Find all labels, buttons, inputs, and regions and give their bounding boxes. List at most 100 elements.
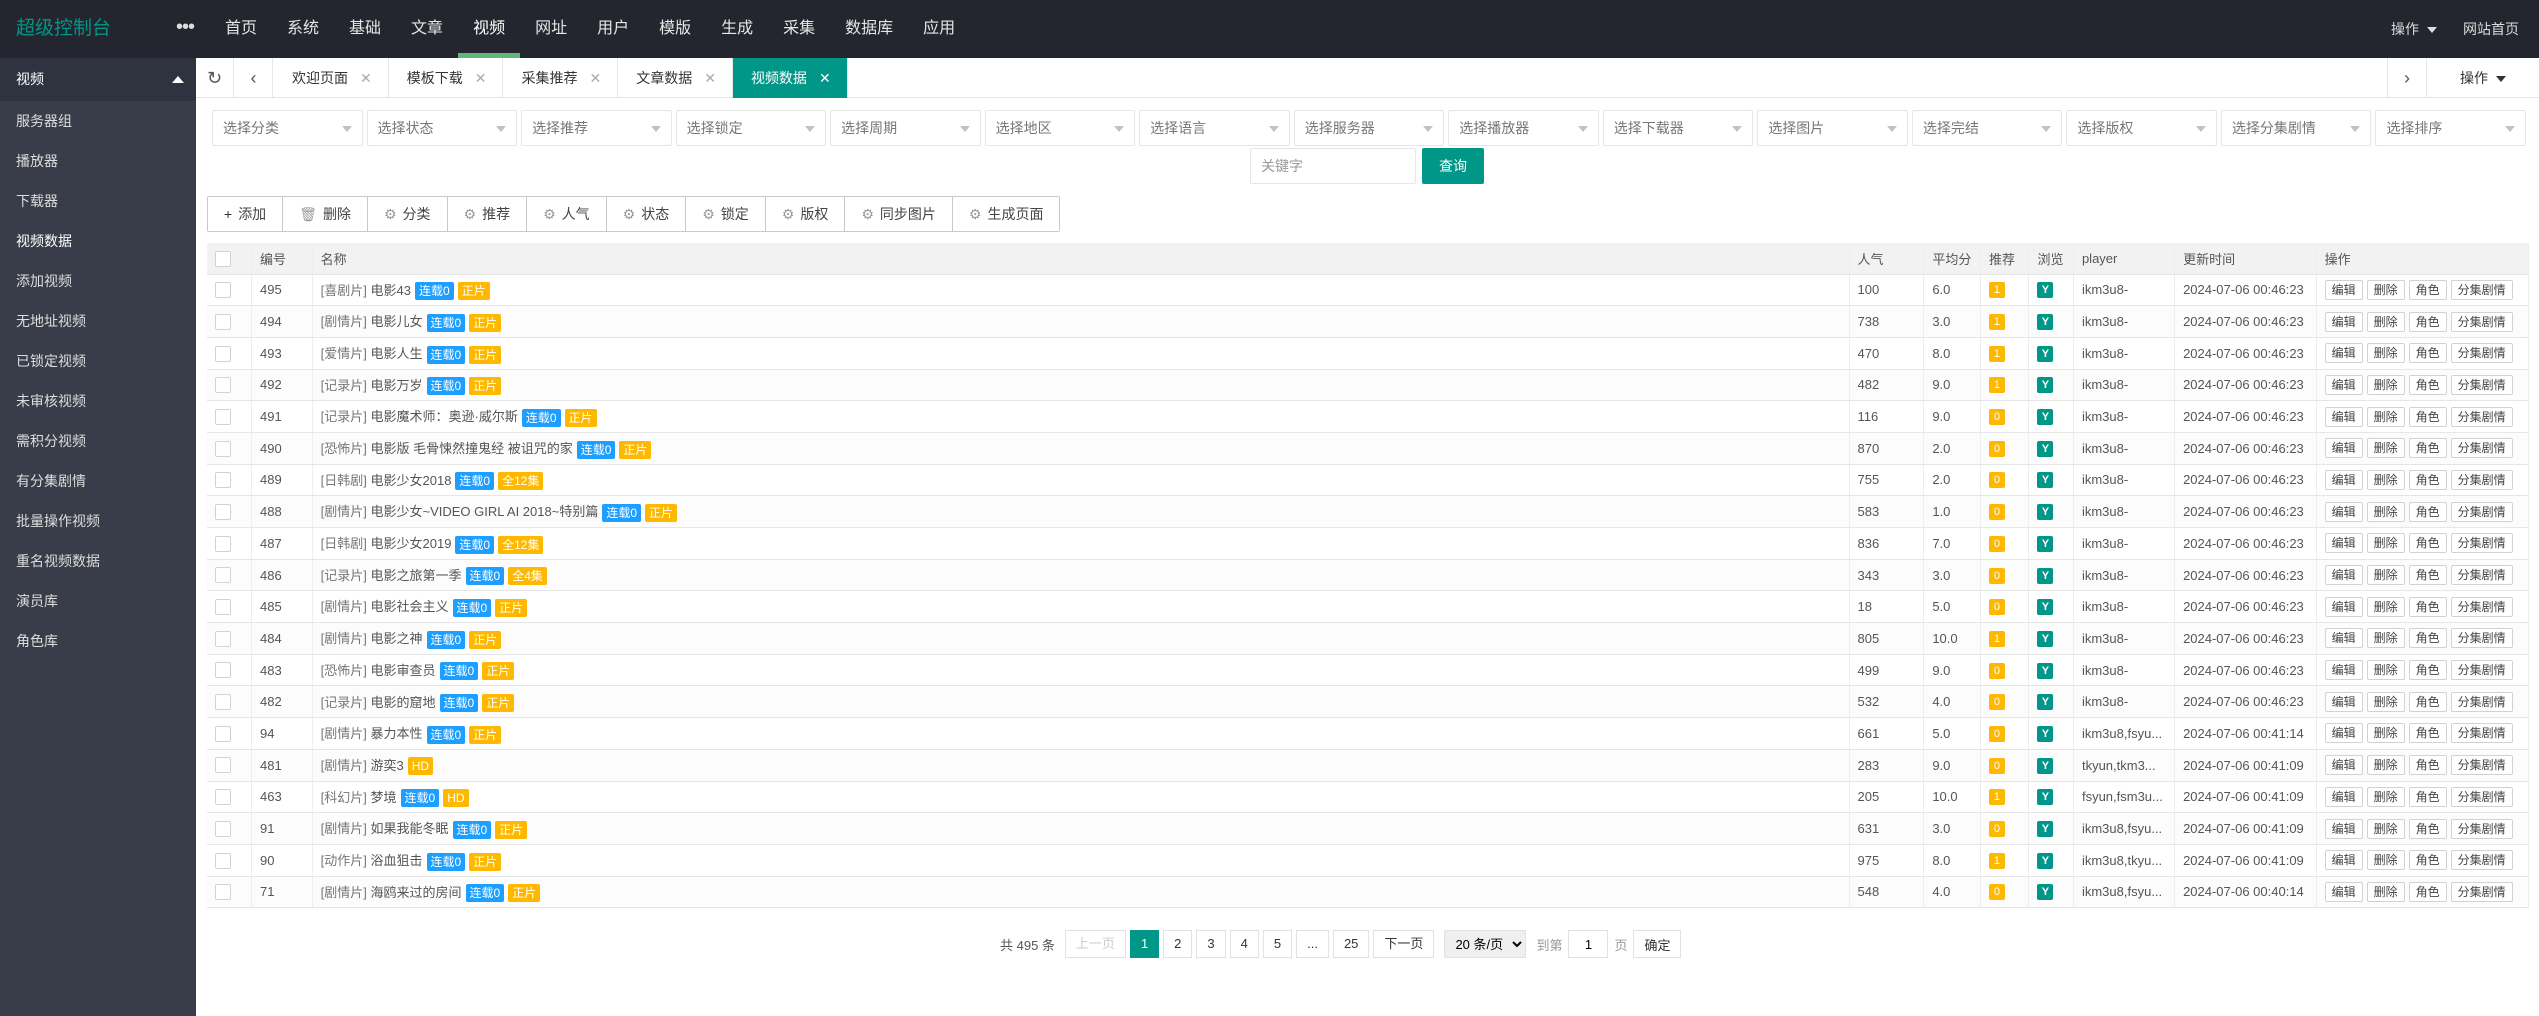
recommend-badge[interactable]: 0	[1988, 662, 2005, 679]
row-checkbox[interactable]	[215, 345, 231, 362]
recommend-badge[interactable]: 1	[1988, 630, 2005, 647]
tab-scroll-right-icon[interactable]: ›	[2387, 58, 2427, 98]
row-op-button-2[interactable]: 角色	[2408, 596, 2447, 617]
recommend-badge[interactable]: 0	[1988, 694, 2005, 711]
filter-select-1[interactable]: 选择状态	[366, 110, 518, 146]
row-op-button-0[interactable]: 编辑	[2324, 406, 2363, 427]
recommend-badge[interactable]: 0	[1988, 535, 2005, 552]
goto-confirm-button[interactable]: 确定	[1633, 930, 1682, 958]
row-op-button-0[interactable]: 编辑	[2324, 438, 2363, 459]
recommend-badge[interactable]: 1	[1988, 314, 2005, 331]
row-op-button-0[interactable]: 编辑	[2324, 786, 2363, 807]
filter-select-8[interactable]: 选择播放器	[1448, 110, 1599, 146]
row-op-button-2[interactable]: 角色	[2408, 311, 2447, 332]
row-op-button-1[interactable]: 删除	[2366, 755, 2405, 776]
sidebar-item-4[interactable]: 添加视频	[0, 261, 196, 301]
row-op-button-2[interactable]: 角色	[2408, 279, 2447, 300]
row-op-button-1[interactable]: 删除	[2366, 343, 2405, 364]
action-button-7[interactable]: ⚙ 版权	[765, 197, 846, 231]
row-checkbox[interactable]	[215, 472, 231, 489]
recommend-badge[interactable]: 0	[1988, 504, 2005, 521]
filter-select-4[interactable]: 选择周期	[830, 110, 981, 146]
row-op-button-3[interactable]: 分集剧情	[2450, 660, 2513, 681]
row-checkbox[interactable]	[215, 503, 231, 520]
row-op-button-2[interactable]: 角色	[2408, 850, 2447, 871]
row-op-button-2[interactable]: 角色	[2408, 438, 2447, 459]
filter-select-3[interactable]: 选择锁定	[675, 110, 827, 146]
row-op-button-0[interactable]: 编辑	[2324, 469, 2363, 490]
row-op-button-0[interactable]: 编辑	[2324, 533, 2363, 554]
nav-item-7[interactable]: 模版	[644, 0, 706, 58]
row-op-button-2[interactable]: 角色	[2408, 818, 2447, 839]
sidebar-item-11[interactable]: 重名视频数据	[0, 541, 196, 581]
row-name-link[interactable]: 电影审查员	[371, 663, 436, 678]
row-op-button-0[interactable]: 编辑	[2324, 343, 2363, 364]
row-op-button-3[interactable]: 分集剧情	[2450, 881, 2513, 902]
row-op-button-3[interactable]: 分集剧情	[2450, 279, 2513, 300]
row-checkbox[interactable]	[215, 535, 231, 552]
browse-badge[interactable]: Y	[2037, 377, 2054, 394]
row-op-button-2[interactable]: 角色	[2408, 723, 2447, 744]
nav-item-0[interactable]: 首页	[210, 0, 272, 58]
recommend-badge[interactable]: 0	[1988, 599, 2005, 616]
sidebar-item-7[interactable]: 未审核视频	[0, 381, 196, 421]
row-checkbox[interactable]	[215, 662, 231, 679]
row-op-button-0[interactable]: 编辑	[2324, 755, 2363, 776]
pager-page-3[interactable]: 4	[1229, 930, 1259, 958]
row-op-button-1[interactable]: 删除	[2366, 628, 2405, 649]
row-op-button-2[interactable]: 角色	[2408, 691, 2447, 712]
close-icon[interactable]: ✕	[475, 58, 487, 98]
row-op-button-2[interactable]: 角色	[2408, 755, 2447, 776]
row-op-button-0[interactable]: 编辑	[2324, 596, 2363, 617]
row-name-link[interactable]: 梦境	[371, 790, 397, 805]
row-checkbox[interactable]	[215, 757, 231, 774]
row-op-button-0[interactable]: 编辑	[2324, 628, 2363, 649]
nav-item-5[interactable]: 网址	[520, 0, 582, 58]
row-name-link[interactable]: 电影少女2018	[371, 473, 452, 488]
row-op-button-2[interactable]: 角色	[2408, 343, 2447, 364]
row-op-button-2[interactable]: 角色	[2408, 406, 2447, 427]
row-op-button-1[interactable]: 删除	[2366, 406, 2405, 427]
filter-select-5[interactable]: 选择地区	[984, 110, 1136, 146]
browse-badge[interactable]: Y	[2037, 662, 2054, 679]
goto-page-input[interactable]	[1568, 930, 1609, 958]
row-name-link[interactable]: 电影儿女	[371, 314, 423, 329]
row-op-button-1[interactable]: 删除	[2366, 469, 2405, 490]
tab-2[interactable]: 采集推荐 ✕	[503, 58, 619, 98]
filter-select-14[interactable]: 选择排序	[2375, 110, 2526, 146]
row-name-link[interactable]: 电影人生	[371, 346, 423, 361]
filter-select-13[interactable]: 选择分集剧情	[2220, 110, 2372, 146]
row-op-button-1[interactable]: 删除	[2366, 374, 2405, 395]
row-name-link[interactable]: 电影万岁	[371, 378, 423, 393]
row-op-button-2[interactable]: 角色	[2408, 501, 2447, 522]
row-op-button-0[interactable]: 编辑	[2324, 501, 2363, 522]
recommend-badge[interactable]: 1	[1988, 789, 2005, 806]
row-checkbox[interactable]	[215, 725, 231, 742]
tab-scroll-left-icon[interactable]: ‹	[235, 58, 273, 98]
browse-badge[interactable]: Y	[2037, 409, 2054, 426]
row-name-link[interactable]: 电影少女~VIDEO GIRL AI 2018~特别篇	[371, 504, 599, 519]
row-checkbox[interactable]	[215, 694, 231, 711]
row-op-button-3[interactable]: 分集剧情	[2450, 343, 2513, 364]
row-name-link[interactable]: 暴力本性	[371, 726, 423, 741]
sidebar-item-0[interactable]: 服务器组	[0, 101, 196, 141]
header-ops-menu[interactable]: 操作	[2391, 19, 2437, 39]
pager-page-6[interactable]: 25	[1332, 930, 1370, 958]
sidebar-item-12[interactable]: 演员库	[0, 581, 196, 621]
tab-3[interactable]: 文章数据 ✕	[618, 58, 733, 98]
row-checkbox[interactable]	[215, 789, 231, 806]
row-name-link[interactable]: 电影的窟地	[371, 695, 436, 710]
row-op-button-2[interactable]: 角色	[2408, 469, 2447, 490]
sidebar-item-3[interactable]: 视频数据	[0, 221, 196, 261]
recommend-badge[interactable]: 1	[1988, 852, 2005, 869]
row-op-button-2[interactable]: 角色	[2408, 374, 2447, 395]
row-op-button-0[interactable]: 编辑	[2324, 660, 2363, 681]
action-button-4[interactable]: ⚙ 人气	[527, 197, 607, 231]
nav-item-1[interactable]: 系统	[272, 0, 334, 58]
row-name-link[interactable]: 如果我能冬眠	[371, 821, 449, 836]
nav-item-8[interactable]: 生成	[706, 0, 768, 58]
row-op-button-3[interactable]: 分集剧情	[2450, 596, 2513, 617]
action-button-3[interactable]: ⚙ 推荐	[447, 197, 528, 231]
row-op-button-0[interactable]: 编辑	[2324, 311, 2363, 332]
row-checkbox[interactable]	[215, 630, 231, 647]
